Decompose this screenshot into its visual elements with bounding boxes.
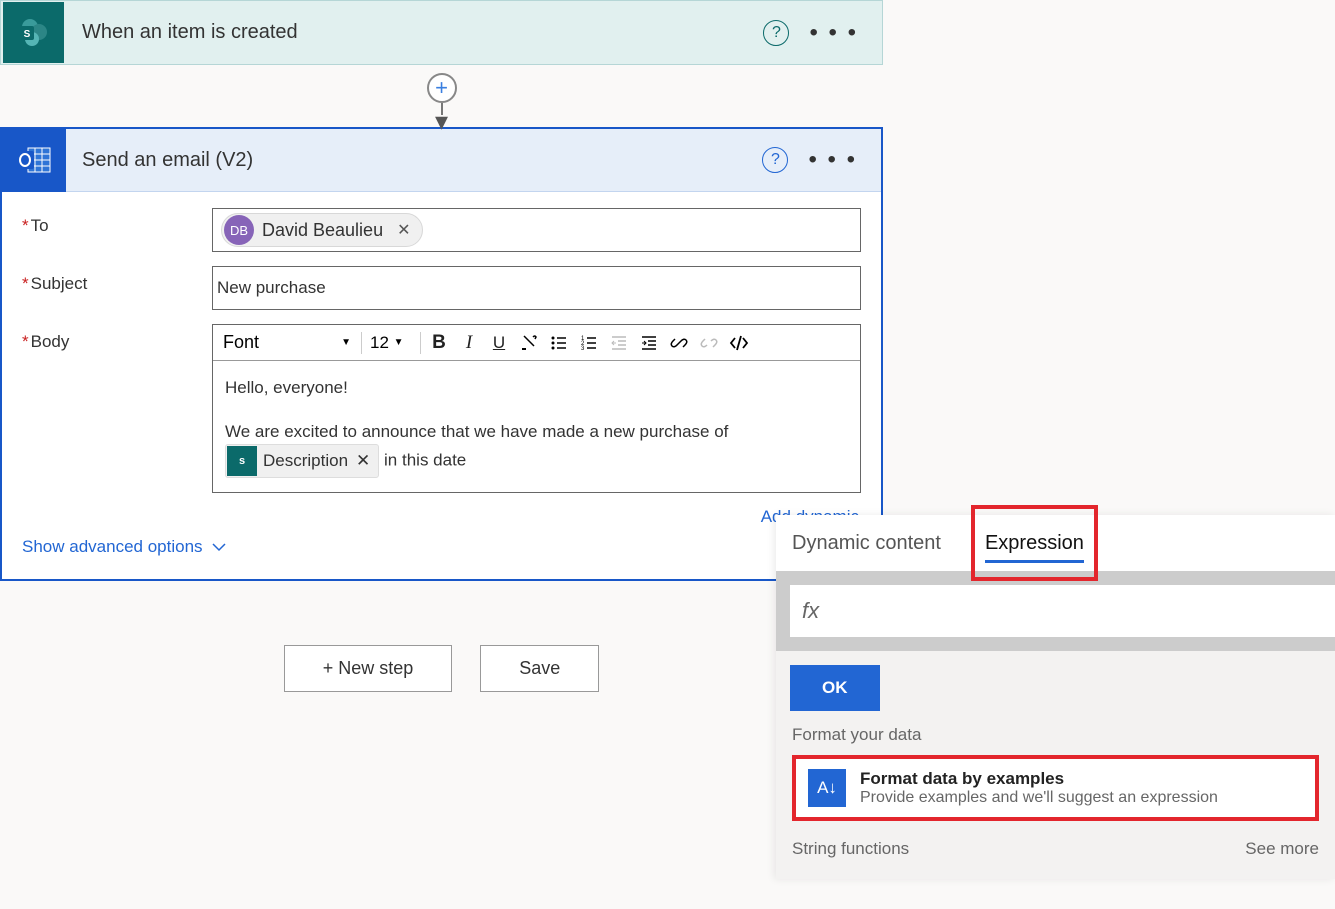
see-more-link[interactable]: See more [1245, 839, 1319, 859]
chevron-down-icon [211, 542, 227, 552]
sharepoint-icon: S [3, 2, 64, 63]
field-subject: *Subject New purchase [22, 266, 861, 310]
fx-icon: fx [802, 598, 819, 624]
outlook-icon [2, 129, 66, 192]
font-size-select[interactable]: 12 ▼ [370, 333, 416, 353]
unlink-button[interactable] [695, 329, 723, 357]
expression-panel: Dynamic content Expression fx OK Format … [776, 515, 1335, 879]
expression-input[interactable]: fx [790, 585, 1335, 637]
expression-input-area: fx [776, 571, 1335, 651]
body-line-2-before: We are excited to announce that we have … [225, 422, 728, 441]
expression-tabs: Dynamic content Expression [776, 515, 1335, 571]
underline-button[interactable]: U [485, 329, 513, 357]
format-icon: A↓ [808, 769, 846, 807]
string-functions-title: String functions [792, 839, 909, 859]
recipient-name: David Beaulieu [262, 220, 383, 241]
svg-text:S: S [23, 29, 30, 40]
link-button[interactable] [665, 329, 693, 357]
rte-toolbar: Font▼ 12 ▼ B I U [213, 325, 860, 361]
code-view-button[interactable] [725, 329, 753, 357]
new-step-button[interactable]: + New step [284, 645, 453, 692]
token-label: Description [263, 448, 348, 474]
italic-button[interactable]: I [455, 329, 483, 357]
field-to: *To DB David Beaulieu ✕ [22, 208, 861, 252]
to-input[interactable]: DB David Beaulieu ✕ [212, 208, 861, 252]
tab-expression[interactable]: Expression [985, 515, 1084, 571]
trigger-title: When an item is created [82, 21, 763, 44]
rich-text-editor: Font▼ 12 ▼ B I U [212, 324, 861, 493]
format-card-title: Format data by examples [860, 769, 1218, 789]
color-button[interactable] [515, 329, 543, 357]
more-icon[interactable]: • • • [808, 155, 857, 165]
number-list-button[interactable]: 123 [575, 329, 603, 357]
bottom-buttons: + New step Save [0, 645, 883, 692]
to-label: *To [22, 208, 212, 252]
body-content[interactable]: Hello, everyone! We are excited to annou… [213, 361, 860, 492]
outdent-button[interactable] [605, 329, 633, 357]
action-header[interactable]: Send an email (V2) ? • • • [2, 129, 881, 192]
avatar: DB [224, 215, 254, 245]
arrow-down-icon: ▾ [435, 115, 448, 127]
svg-text:3: 3 [581, 346, 585, 352]
add-step-button[interactable]: + [427, 73, 457, 103]
format-card-subtitle: Provide examples and we'll suggest an ex… [860, 789, 1218, 807]
help-icon[interactable]: ? [763, 20, 789, 46]
sharepoint-small-icon: s [227, 446, 257, 476]
action-title: Send an email (V2) [82, 149, 762, 172]
expression-panel-body: Format your data A↓ Format data by examp… [776, 711, 1335, 879]
add-dynamic-content-link[interactable]: Add dynamic [22, 507, 859, 527]
bold-button[interactable]: B [425, 329, 453, 357]
field-body: *Body Font▼ 12 ▼ B I U [22, 324, 861, 493]
recipient-chip[interactable]: DB David Beaulieu ✕ [221, 213, 423, 247]
bullet-list-button[interactable] [545, 329, 573, 357]
ok-button[interactable]: OK [790, 665, 880, 711]
token-remove-icon[interactable]: ✕ [354, 448, 372, 474]
body-line-2-after: in this date [384, 450, 466, 469]
trigger-card[interactable]: S When an item is created ? • • • [0, 0, 883, 65]
indent-button[interactable] [635, 329, 663, 357]
show-advanced-options[interactable]: Show advanced options [22, 537, 861, 557]
save-button[interactable]: Save [480, 645, 599, 692]
subject-label: *Subject [22, 266, 212, 310]
font-select[interactable]: Font▼ [217, 329, 357, 357]
help-icon[interactable]: ? [762, 147, 788, 173]
tab-dynamic-content[interactable]: Dynamic content [792, 515, 941, 571]
highlight-expression-tab: Expression [971, 505, 1098, 581]
format-data-card[interactable]: A↓ Format data by examples Provide examp… [792, 755, 1319, 821]
format-section-title: Format your data [792, 725, 1319, 745]
action-card: Send an email (V2) ? • • • *To DB David … [0, 127, 883, 581]
connector: + ▾ [0, 65, 883, 127]
body-line-1: Hello, everyone! [225, 375, 848, 401]
dynamic-token[interactable]: s Description ✕ [225, 444, 379, 478]
subject-input[interactable]: New purchase [212, 266, 861, 310]
remove-recipient-icon[interactable]: ✕ [393, 220, 414, 240]
more-icon[interactable]: • • • [809, 28, 858, 38]
body-label: *Body [22, 324, 212, 493]
